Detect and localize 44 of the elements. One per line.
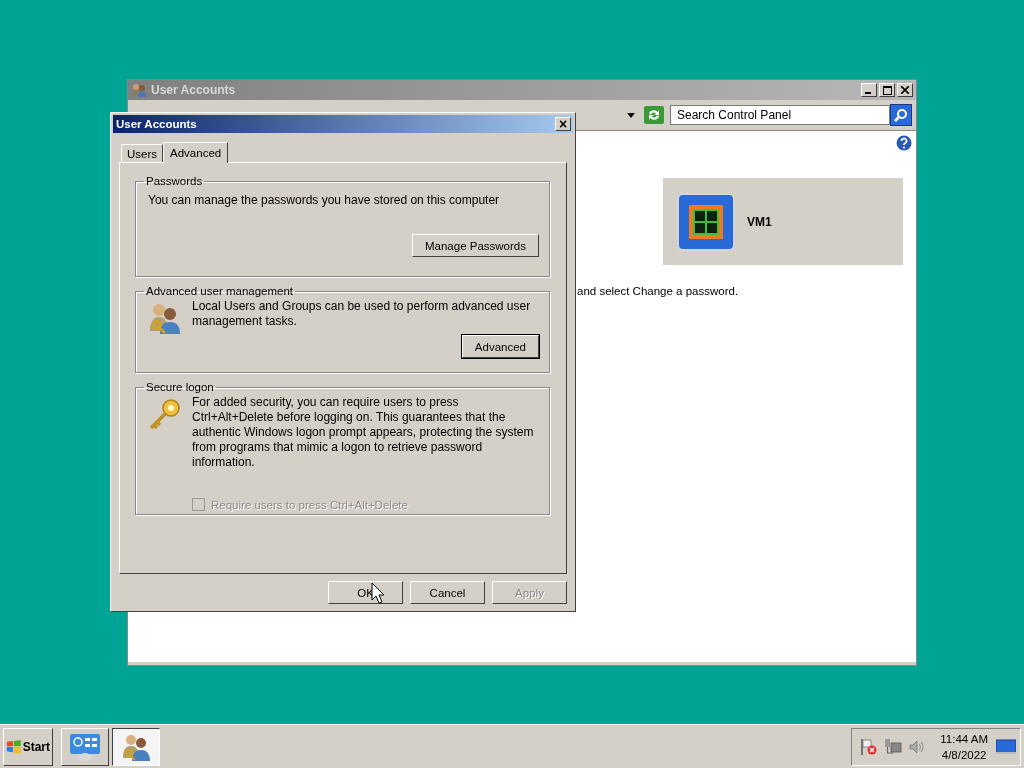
show-desktop-icon[interactable]	[996, 738, 1016, 755]
mouse-pointer-icon	[371, 582, 385, 604]
group-title: Secure logon	[145, 381, 215, 393]
section-button[interactable]: Advanced	[461, 335, 539, 358]
group-description: You can manage the passwords you have stored on this computer	[148, 193, 501, 208]
group-title: Advanced user management	[145, 285, 295, 297]
close-button[interactable]	[897, 83, 913, 97]
users-icon	[131, 82, 147, 98]
search-icon	[894, 108, 908, 122]
maximize-icon	[882, 85, 892, 95]
minimize-button[interactable]	[861, 83, 877, 97]
account-name: VM1	[747, 214, 772, 229]
group-title: Passwords	[145, 175, 204, 187]
close-icon	[901, 86, 909, 94]
windows-logo-icon	[6, 738, 22, 755]
clock-date: 4/8/2022	[941, 747, 987, 763]
control-panel-taskbar-button[interactable]	[61, 727, 109, 766]
tab[interactable]: Advanced	[163, 142, 229, 163]
tab[interactable]: Users	[121, 144, 164, 162]
dialog-button[interactable]: Cancel	[410, 581, 485, 604]
control-panel-icon	[68, 731, 102, 762]
users-taskbar-button[interactable]	[112, 727, 160, 766]
clock-time: 11:44 AM	[940, 731, 988, 747]
dropdown-arrow-icon[interactable]	[626, 110, 636, 120]
network-icon[interactable]	[884, 737, 903, 756]
refresh-icon[interactable]	[644, 106, 664, 124]
account-picture-icon	[677, 192, 735, 251]
maximize-button[interactable]	[879, 83, 895, 97]
account-tile[interactable]: VM1	[663, 178, 903, 265]
help-icon[interactable]	[896, 135, 912, 151]
flag-icon[interactable]	[860, 737, 879, 756]
clock[interactable]: 11:44 AM 4/8/2022	[932, 730, 990, 763]
users-icon	[148, 301, 182, 335]
search-field[interactable]: Search Control Panel	[670, 105, 890, 125]
section-button[interactable]: Manage Passwords	[412, 234, 539, 257]
key-icon	[148, 397, 182, 431]
group-description: Local Users and Groups can be used to perform advanced user management tasks.	[192, 299, 532, 329]
window-title: User Accounts	[151, 83, 237, 97]
search-button[interactable]	[890, 104, 912, 126]
dialog-title: User Accounts	[116, 118, 197, 130]
group-description: For added security, you can require users to press Ctrl+Alt+Delete before logging on. This guarantees that the authentic Windows logon prompt appears, protecting the system from programs that mimic a logon to retrieve password information.	[192, 395, 535, 470]
start-button[interactable]: Start	[3, 727, 53, 766]
instruction-text: and select Change a password.	[577, 285, 739, 297]
close-button[interactable]: ×	[555, 117, 571, 131]
